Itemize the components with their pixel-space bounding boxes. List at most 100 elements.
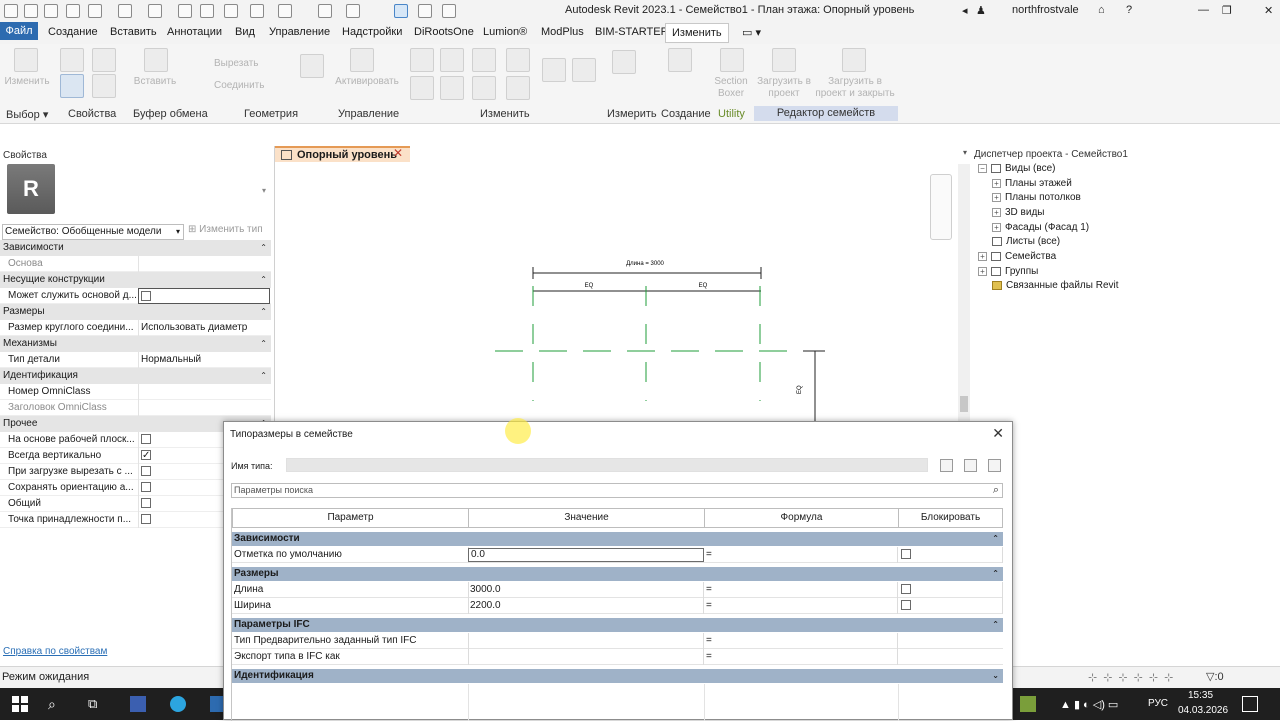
group-dimensions[interactable]: Размеры ⌃ [0, 304, 271, 320]
search-icon[interactable]: ⌕ [48, 696, 64, 712]
tab-create[interactable]: Создание [48, 26, 98, 38]
filter-icon[interactable]: ▽:0 [1206, 670, 1224, 683]
dimension-icon[interactable] [224, 4, 238, 18]
tree-sheets[interactable]: Листы (все) [992, 236, 1060, 247]
modify-arrow-icon[interactable] [14, 48, 38, 72]
measure-tool-icon[interactable] [612, 50, 636, 74]
close-hidden-icon[interactable] [418, 4, 432, 18]
rotate-icon[interactable] [472, 76, 496, 100]
3d-view-icon[interactable] [318, 4, 332, 18]
type-properties-icon[interactable] [60, 48, 84, 72]
tree-families[interactable]: + Семейства [978, 251, 1056, 262]
type-selector-arrow-icon[interactable]: ▾ [262, 186, 266, 195]
drawing-view[interactable]: Опорный уровень ✕ ▾ Длина = 3000 EQ EQ E… [274, 146, 970, 421]
tree-ceiling-plans[interactable]: + Планы потолков [992, 192, 1081, 203]
vertical-scrollbar[interactable] [958, 164, 970, 421]
paste-button[interactable]: Вставить [130, 76, 180, 88]
mirror-draw-icon[interactable] [506, 48, 530, 72]
save-icon[interactable] [66, 4, 80, 18]
properties-help-link[interactable]: Справка по свойствам [3, 646, 107, 657]
app-taskbar-icon[interactable] [130, 696, 146, 712]
switch-windows-icon[interactable] [442, 4, 456, 18]
value-cell[interactable]: 2200.0 [468, 598, 704, 614]
create-icon[interactable] [668, 48, 692, 72]
align-icon[interactable] [410, 48, 434, 72]
minimize-icon[interactable]: — [1198, 4, 1209, 16]
tree-3d-views[interactable]: +3D виды [992, 207, 1044, 218]
offset-icon[interactable] [440, 48, 464, 72]
trim-icon[interactable] [506, 76, 530, 100]
scrollbar-thumb[interactable] [960, 396, 968, 412]
tab-manage[interactable]: Управление [269, 26, 330, 38]
username[interactable]: northfrostvale [1012, 4, 1079, 16]
search-arrow-icon[interactable]: ◂ [962, 4, 968, 17]
tree-views-all[interactable]: − Виды (все) [978, 163, 1055, 174]
tab-insert[interactable]: Вставить [110, 26, 157, 38]
family-types-icon[interactable] [92, 48, 116, 72]
help-icon[interactable]: ? [1126, 4, 1132, 16]
array-icon[interactable] [542, 58, 566, 82]
text-icon[interactable] [278, 4, 292, 18]
cut-on-load-checkbox[interactable] [141, 466, 151, 477]
tab-file[interactable]: Файл [0, 22, 38, 40]
grid-group-identification[interactable]: Идентификация ⌄ [232, 669, 1003, 683]
tray-app-icon[interactable] [1020, 696, 1036, 712]
revit-logo-icon[interactable] [4, 4, 18, 18]
workplane-checkbox[interactable] [141, 434, 151, 445]
column-value[interactable]: Значение [468, 508, 705, 528]
section-box-button[interactable]: Section Boxer [708, 76, 754, 100]
tab-modplus[interactable]: ModPlus [541, 26, 584, 38]
view-menu-arrow-icon[interactable]: ▾ [963, 148, 967, 157]
shared-checkbox[interactable] [141, 498, 151, 509]
formula-cell[interactable]: = [704, 598, 898, 614]
language-indicator[interactable]: РУС [1148, 698, 1168, 709]
cart-icon[interactable]: ⌂ [1098, 4, 1105, 16]
properties-icon[interactable] [60, 74, 84, 98]
group-identification[interactable]: Идентификация ⌃ [0, 368, 271, 384]
can-host-checkbox[interactable] [141, 291, 151, 302]
close-icon[interactable]: ✕ [1264, 4, 1273, 17]
selection-filter-icons[interactable]: ⊹⊹⊹⊹⊹⊹ [1088, 671, 1179, 684]
modify-button[interactable]: Изменить [4, 76, 50, 88]
edit-type-button[interactable]: ⊞ Изменить тип [188, 224, 263, 235]
group-mechanisms[interactable]: Механизмы ⌃ [0, 336, 271, 352]
formula-cell[interactable]: = [704, 547, 898, 563]
lock-checkbox[interactable] [901, 584, 911, 595]
task-view-icon[interactable]: ⧉ [88, 696, 104, 712]
lock-checkbox[interactable] [901, 600, 911, 611]
clock-date[interactable]: 04.03.2026 [1178, 705, 1228, 716]
telegram-icon[interactable] [170, 696, 186, 712]
sync-icon[interactable] [88, 4, 102, 18]
room-point-checkbox[interactable] [141, 514, 151, 525]
tray-icons[interactable]: ▲ ▮ ◐ ◁) ▭ [1060, 698, 1118, 711]
column-lock[interactable]: Блокировать [898, 508, 1003, 528]
load-into-project-button[interactable]: Загрузить в проект [752, 76, 816, 100]
formula-cell[interactable]: = [704, 582, 898, 598]
value-cell[interactable] [468, 649, 704, 665]
redo-icon[interactable] [148, 4, 162, 18]
tab-lumion[interactable]: Lumion® [483, 26, 527, 38]
measure-icon[interactable] [200, 4, 214, 18]
undo-icon[interactable] [118, 4, 132, 18]
tree-groups[interactable]: + Группы [978, 266, 1038, 277]
tab-view[interactable]: Вид [235, 26, 255, 38]
geometry-icon[interactable] [300, 54, 324, 78]
copy-icon[interactable] [440, 76, 464, 100]
ribbon-options-icon[interactable]: ▭ ▾ [742, 26, 761, 39]
column-parameter[interactable]: Параметр [232, 508, 469, 528]
paste-icon[interactable] [144, 48, 168, 72]
tree-elevations[interactable]: + Фасады (Фасад 1) [992, 222, 1089, 233]
value-cell[interactable]: 3000.0 [468, 582, 704, 598]
value-cell[interactable]: 0.0 [468, 548, 704, 562]
join-button[interactable]: Соединить [214, 80, 264, 92]
tag-icon[interactable] [250, 4, 264, 18]
keep-orientation-checkbox[interactable] [141, 482, 151, 493]
value-cell[interactable] [468, 633, 704, 649]
print-icon[interactable] [178, 4, 192, 18]
delete-type-icon[interactable] [988, 459, 1001, 472]
close-dialog-icon[interactable]: ✕ [992, 425, 1004, 442]
new-icon[interactable] [44, 4, 58, 18]
tree-floor-plans[interactable]: + Планы этажей [992, 178, 1072, 189]
tree-revit-links[interactable]: Связанные файлы Revit [992, 280, 1119, 291]
rename-type-icon[interactable] [964, 459, 977, 472]
